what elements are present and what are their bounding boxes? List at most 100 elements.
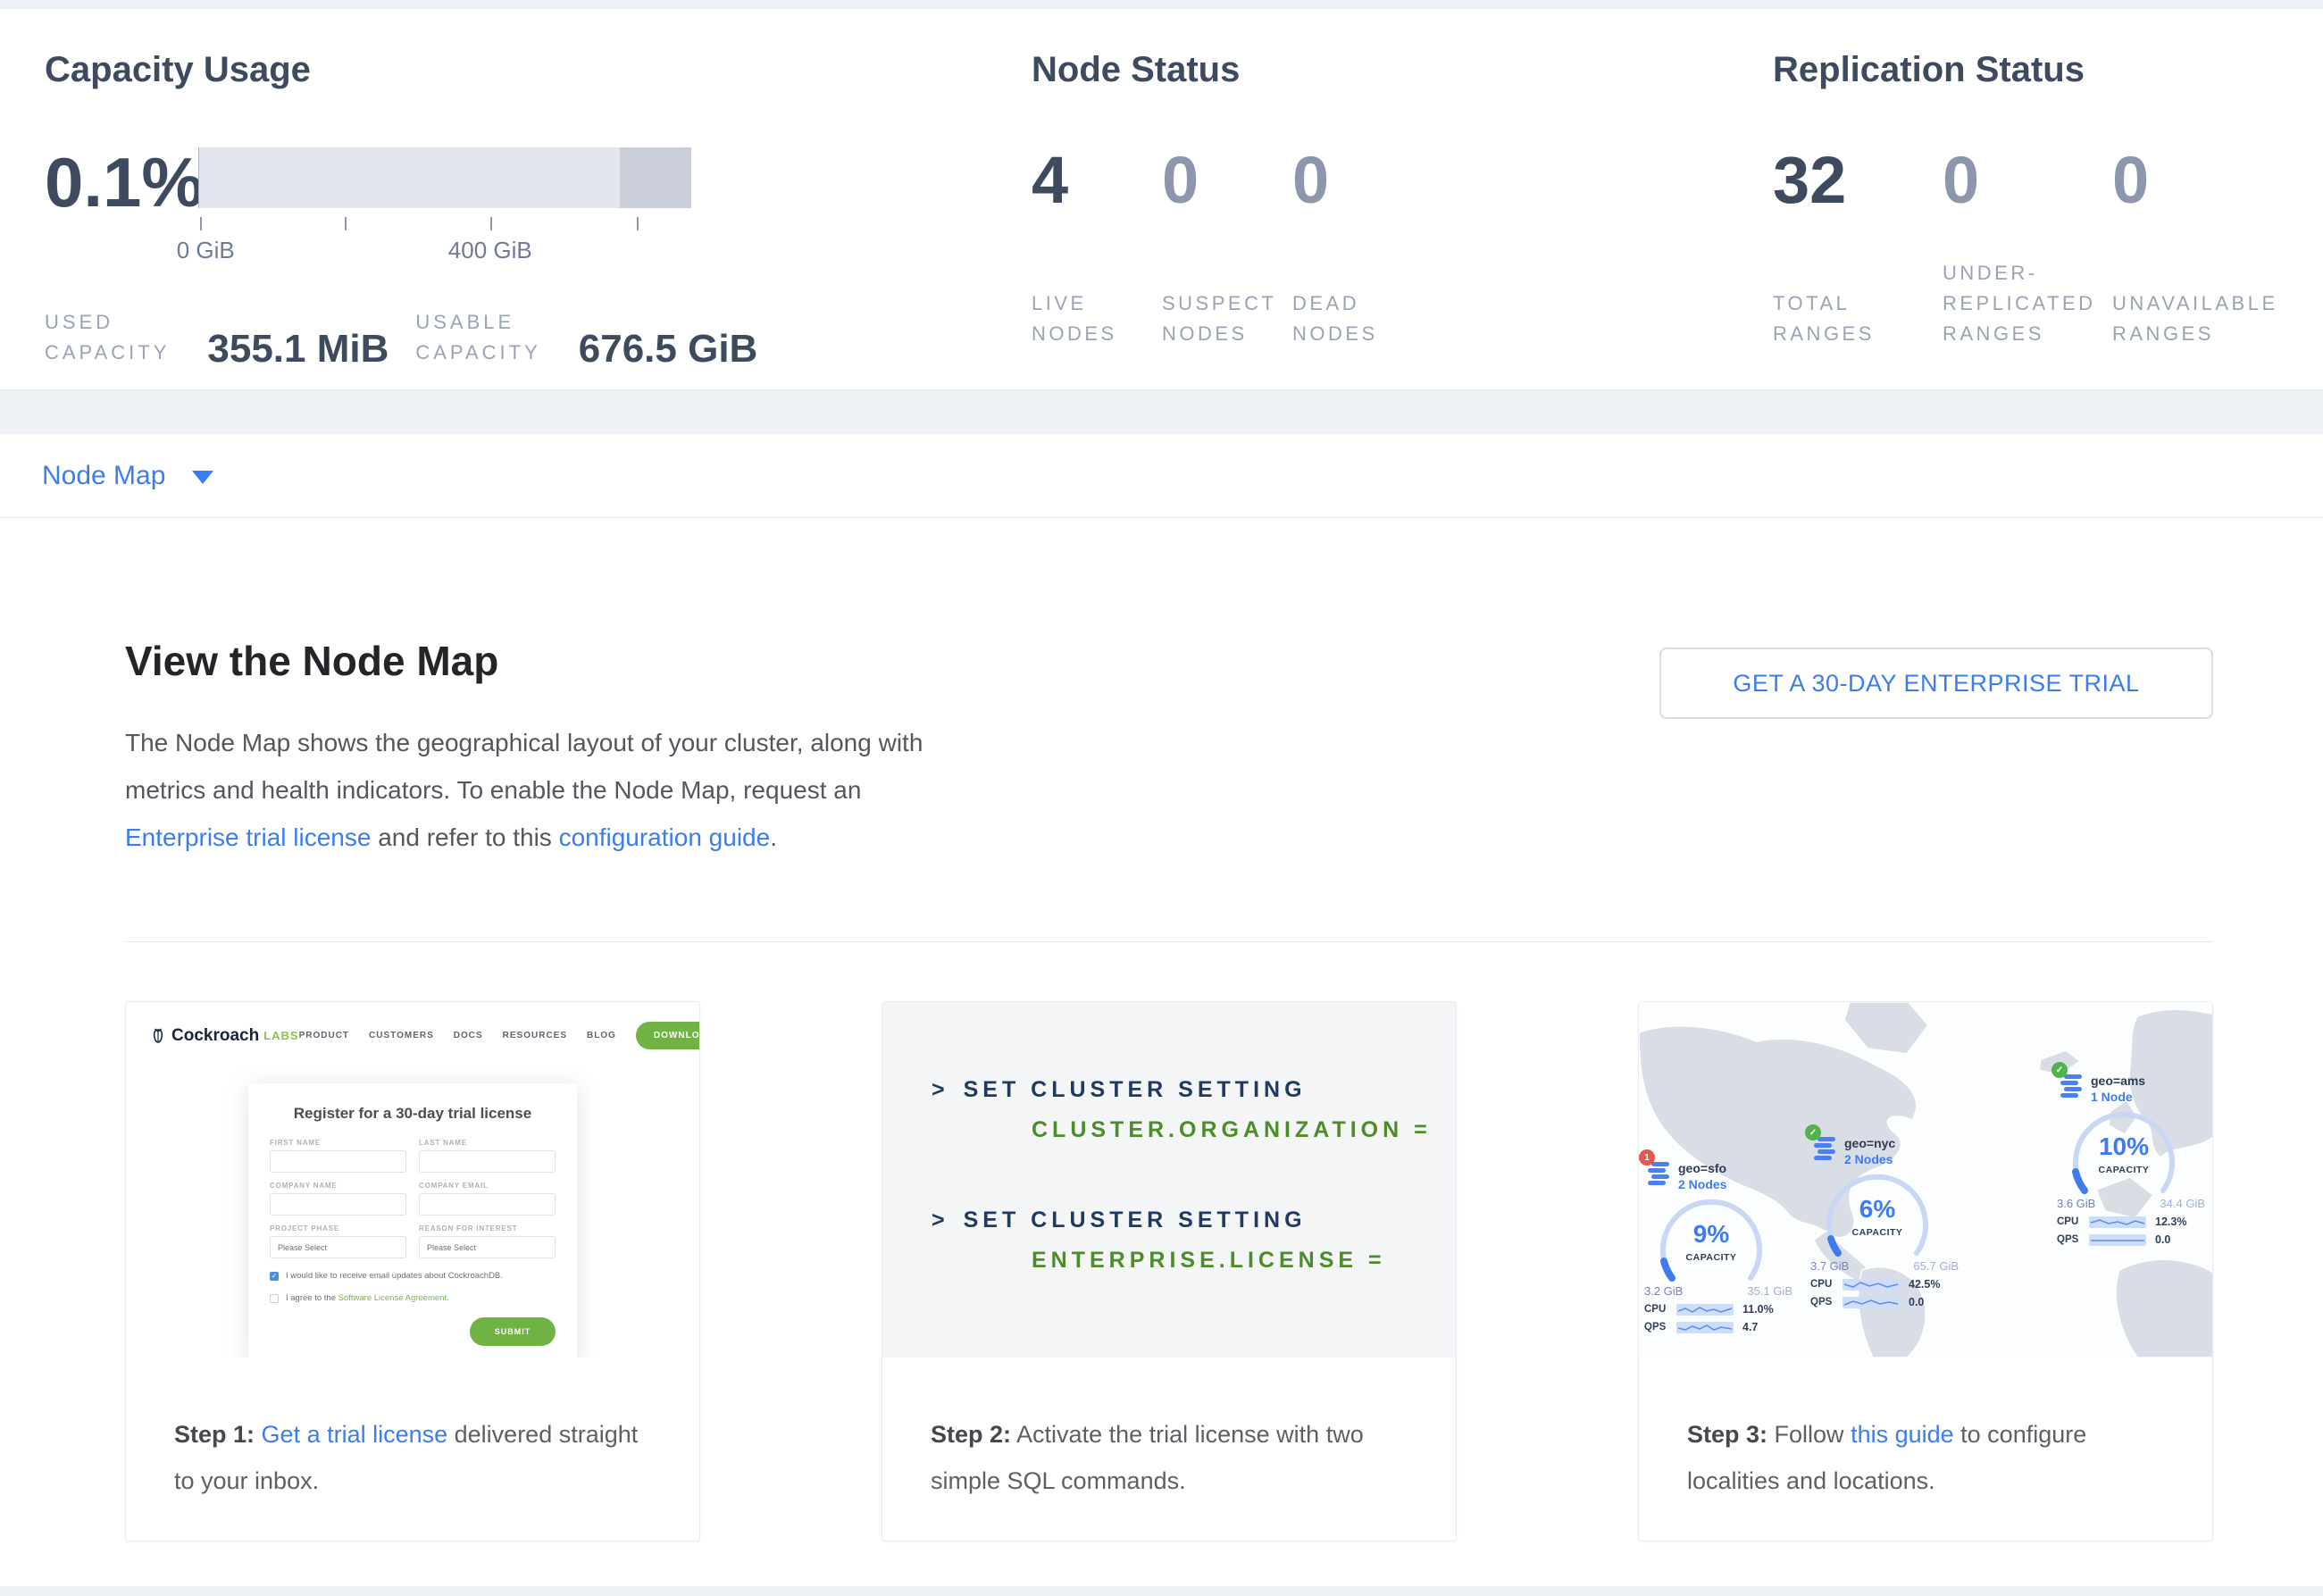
- cockroach-bug-icon: [151, 1027, 165, 1045]
- email-updates-checkbox-label: I would like to receive email updates ab…: [286, 1271, 503, 1281]
- step1-card: Cockroach LABS PRODUCT CUSTOMERS DOCS RE…: [125, 1001, 700, 1542]
- replication-status-panel: Replication Status 32 TOTAL RANGES 0 UND…: [1773, 50, 2323, 389]
- axis-tick: [200, 217, 202, 230]
- axis-tick: [345, 217, 347, 230]
- step2-card: >SET CLUSTER SETTING CLUSTER.ORGANIZATIO…: [882, 1001, 1457, 1542]
- capacity-usage-title: Capacity Usage: [45, 50, 1032, 90]
- capacity-percent: 9%: [1644, 1220, 1778, 1249]
- company-email-field-image: [419, 1193, 556, 1216]
- sql-argument: CLUSTER.ORGANIZATION =: [1032, 1117, 1456, 1143]
- database-icon: [1814, 1136, 1837, 1161]
- axis-tick-label: 400 GiB: [448, 237, 532, 264]
- cpu-sparkline-icon: [1676, 1304, 1734, 1316]
- cpu-sparkline-icon: [1843, 1279, 1900, 1291]
- cpu-value: 42.5%: [1909, 1278, 1940, 1291]
- dead-nodes-value: 0: [1292, 146, 1423, 215]
- dead-nodes-label: DEAD NODES: [1292, 288, 1423, 349]
- qps-value: 0.0: [1909, 1296, 1924, 1308]
- form-title: Register for a 30-day trial license: [270, 1105, 556, 1123]
- step1-caption: Step 1: Get a trial license delivered st…: [126, 1358, 699, 1504]
- replication-status-title: Replication Status: [1773, 50, 2323, 90]
- used-capacity-value: 355.1 MiB: [207, 330, 389, 368]
- nav-item: PRODUCT: [299, 1031, 349, 1040]
- unavailable-ranges-label: UNAVAILABLE RANGES: [2112, 288, 2282, 349]
- chevron-down-icon: [192, 471, 213, 484]
- sql-commands-illustration: >SET CLUSTER SETTING CLUSTER.ORGANIZATIO…: [882, 1002, 1456, 1358]
- cluster-summary-bar: Capacity Usage 0.1% 0 GiB 400 GiB: [0, 8, 2323, 390]
- get-enterprise-trial-button[interactable]: GET A 30-DAY ENTERPRISE TRIAL: [1659, 648, 2213, 719]
- capacity-max: 35.1 GiB: [1747, 1284, 1792, 1298]
- step-number: Step 3:: [1687, 1421, 1767, 1448]
- live-nodes-value: 4: [1032, 146, 1162, 215]
- capacity-caption: CAPACITY: [1810, 1227, 1944, 1238]
- suspect-nodes-label: SUSPECT NODES: [1162, 288, 1292, 349]
- description-text: and refer to this: [371, 823, 558, 851]
- qps-value: 0.0: [2155, 1233, 2170, 1246]
- step-number: Step 2:: [931, 1421, 1011, 1448]
- total-ranges-label: TOTAL RANGES: [1773, 288, 1943, 349]
- view-selector-dropdown[interactable]: Node Map: [0, 433, 2323, 518]
- submit-button-image: SUBMIT: [470, 1317, 556, 1346]
- step3-caption: Step 3: Follow this guide to configure l…: [1639, 1358, 2212, 1504]
- first-name-field-image: [270, 1150, 406, 1173]
- usable-capacity-metric: USABLE CAPACITY 676.5 GiB: [415, 307, 757, 368]
- view-selector-label[interactable]: Node Map: [42, 461, 165, 491]
- capacity-min: 3.6 GiB: [2057, 1197, 2095, 1210]
- map-locality-nyc: ✓ geo=nyc 2 Nodes: [1810, 1136, 1973, 1308]
- usable-capacity-label: USABLE CAPACITY: [415, 307, 540, 368]
- dead-nodes-stat: 0 DEAD NODES: [1292, 146, 1423, 349]
- field-label: FIRST NAME: [270, 1139, 406, 1147]
- node-map-preview-image: 1 geo=sfo 2 Nodes: [1639, 1002, 2212, 1358]
- capacity-max: 34.4 GiB: [2160, 1197, 2205, 1210]
- download-button-image: DOWNLOAD: [636, 1022, 699, 1049]
- step-number: Step 1:: [174, 1421, 255, 1448]
- capacity-caption: CAPACITY: [2057, 1165, 2191, 1175]
- field-label: PROJECT PHASE: [270, 1224, 406, 1233]
- used-capacity-label: USED CAPACITY: [45, 307, 170, 368]
- qps-value: 4.7: [1742, 1321, 1758, 1333]
- capacity-min: 3.7 GiB: [1810, 1259, 1849, 1273]
- brand-name: Cockroach: [171, 1026, 259, 1046]
- usable-capacity-value: 676.5 GiB: [579, 330, 758, 368]
- qps-sparkline-icon: [2089, 1234, 2146, 1246]
- under-replicated-ranges-value: 0: [1943, 146, 2112, 215]
- step3-card: 1 geo=sfo 2 Nodes: [1638, 1001, 2213, 1542]
- nav-item: RESOURCES: [503, 1031, 567, 1040]
- nav-item: DOCS: [454, 1031, 483, 1040]
- checkbox-text: I agree to the: [286, 1293, 338, 1303]
- step2-caption: Step 2: Activate the trial license with …: [882, 1358, 1456, 1504]
- this-guide-link[interactable]: this guide: [1851, 1421, 1954, 1448]
- database-icon: [2060, 1074, 2084, 1099]
- capacity-bar-used-segment: [198, 147, 199, 208]
- trial-registration-form: Register for a 30-day trial license FIRS…: [248, 1083, 577, 1358]
- live-nodes-label: LIVE NODES: [1032, 288, 1162, 349]
- ok-badge-icon: ✓: [1805, 1124, 1821, 1141]
- capacity-gauge: 10% CAPACITY: [2057, 1109, 2191, 1195]
- nav-item: BLOG: [587, 1031, 616, 1040]
- get-trial-license-link[interactable]: Get a trial license: [262, 1421, 448, 1448]
- capacity-caption: CAPACITY: [1644, 1252, 1778, 1263]
- caption-text: Follow: [1767, 1421, 1851, 1448]
- project-phase-select-image: Please Select: [270, 1236, 406, 1258]
- axis-tick-label: 0 GiB: [177, 237, 235, 264]
- nav-item: CUSTOMERS: [369, 1031, 434, 1040]
- enterprise-trial-license-link[interactable]: Enterprise trial license: [125, 823, 371, 851]
- field-label: LAST NAME: [419, 1139, 556, 1147]
- cpu-label: CPU: [1810, 1279, 1843, 1290]
- used-capacity-metric: USED CAPACITY 355.1 MiB: [45, 307, 389, 368]
- qps-label: QPS: [2057, 1234, 2089, 1245]
- field-label: COMPANY EMAIL: [419, 1182, 556, 1190]
- under-replicated-ranges-label: UNDER- REPLICATED RANGES: [1943, 258, 2112, 349]
- configuration-guide-link[interactable]: configuration guide: [559, 823, 771, 851]
- brand-suffix: LABS: [263, 1029, 298, 1042]
- page-title: View the Node Map: [125, 637, 969, 685]
- field-label: REASON FOR INTEREST: [419, 1224, 556, 1233]
- section-divider: [125, 941, 2213, 942]
- checkbox-checked-icon: ✓: [270, 1272, 279, 1281]
- unavailable-ranges-value: 0: [2112, 146, 2282, 215]
- qps-sparkline-icon: [1843, 1297, 1900, 1308]
- total-ranges-stat: 32 TOTAL RANGES: [1773, 146, 1943, 349]
- axis-tick: [637, 217, 639, 230]
- under-replicated-ranges-stat: 0 UNDER- REPLICATED RANGES: [1943, 146, 2112, 349]
- locality-name: geo=ams: [2091, 1074, 2145, 1088]
